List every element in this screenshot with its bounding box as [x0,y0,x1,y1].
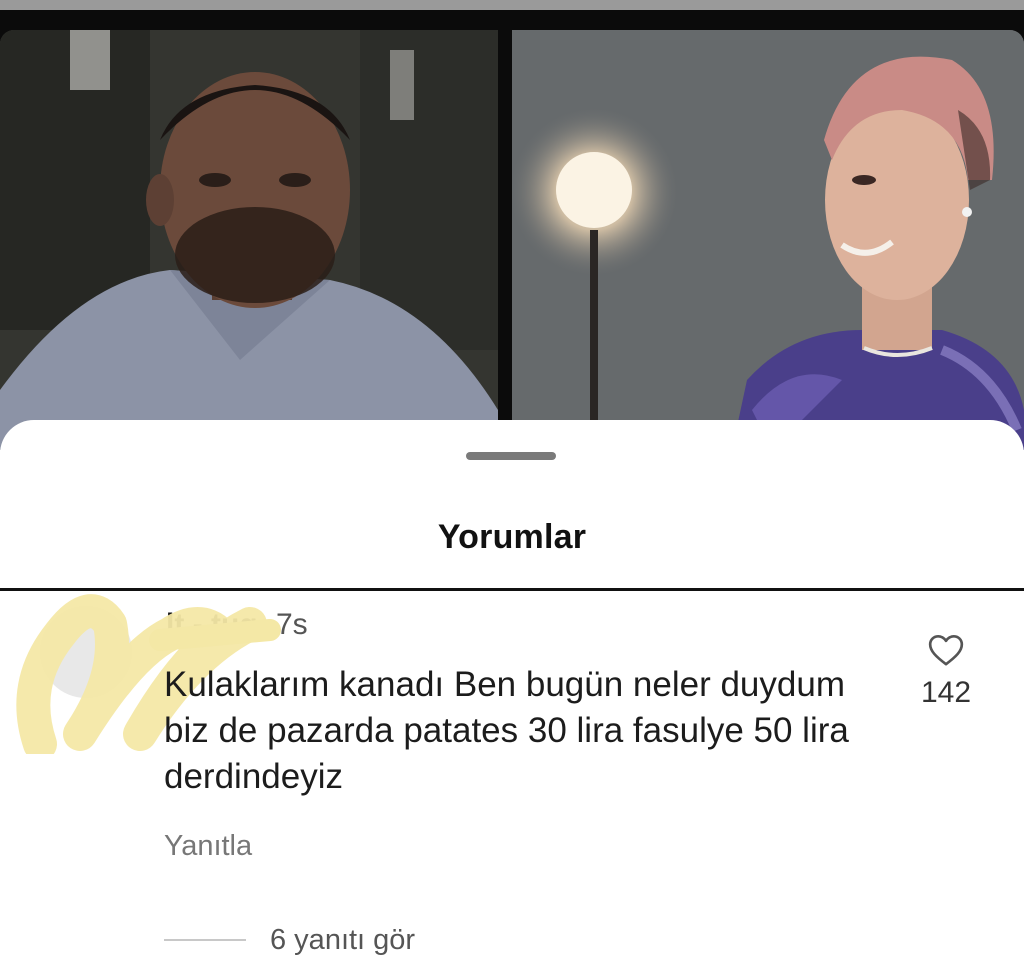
view-replies-button[interactable]: 6 yanıtı gör [164,920,415,960]
comment-item: lt.-.tug 7s Kulaklarım kanadı Ben bugün … [0,594,1024,966]
avatar[interactable] [40,606,132,698]
photo-right [512,30,1024,450]
replies-divider-line [164,939,246,941]
heart-outline-icon[interactable] [926,630,966,670]
post-media[interactable] [0,30,1024,450]
view-replies-label[interactable]: 6 yanıtı gör [270,924,415,957]
sheet-title: Yorumlar [437,518,587,556]
screen: Yorumlar lt.-.tug 7s Kulaklarım kanadı B… [0,0,1024,966]
like-button[interactable]: 142 [900,630,992,710]
status-strip [0,0,1024,10]
comment-timestamp: 7s [276,608,308,641]
photo-right-illustration [512,30,1024,450]
like-count: 142 [920,676,972,709]
media-divider [498,30,512,450]
comments-sheet: Yorumlar lt.-.tug 7s Kulaklarım kanadı B… [0,420,1024,966]
photo-left-illustration [0,30,498,450]
comment-username[interactable]: lt.-.tug [166,608,258,642]
comment-text: Kulaklarım kanadı Ben bugün neler duydum… [164,665,849,796]
drag-handle-icon[interactable] [466,452,556,460]
photo-left [0,30,498,450]
reply-button[interactable]: Yanıtla [164,830,252,863]
header-divider [0,588,1024,591]
